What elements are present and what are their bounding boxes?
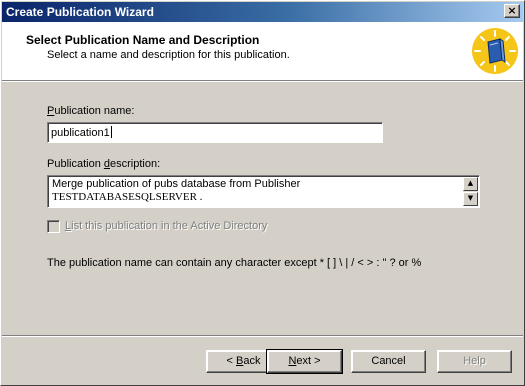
scroll-up-icon[interactable]: ▲ (463, 177, 478, 191)
page-title: Select Publication Name and Description (26, 33, 260, 47)
description-line-1: Merge publication of pubs database from … (52, 178, 301, 190)
active-directory-label[interactable]: List this publication in the Active Dire… (65, 220, 267, 232)
title-bar[interactable]: Create Publication Wizard × (2, 2, 523, 22)
close-icon: × (507, 4, 517, 17)
footer-divider (2, 335, 523, 337)
publication-description-textarea[interactable]: Merge publication of pubs database from … (47, 175, 480, 208)
description-line-2: TESTDATABASESQLSERVER . (52, 191, 203, 203)
scroll-down-icon[interactable]: ▼ (463, 192, 478, 206)
page-subtitle: Select a name and description for this p… (47, 49, 290, 61)
publication-name-value: publication1 (51, 127, 110, 139)
window-title: Create Publication Wizard (6, 5, 154, 19)
help-button[interactable]: Help (437, 350, 512, 373)
header-divider (2, 80, 523, 82)
wizard-window: Create Publication Wizard × Select Publi… (0, 0, 525, 386)
cancel-button[interactable]: Cancel (351, 350, 426, 373)
publication-name-input[interactable]: publication1 (47, 122, 383, 143)
description-scrollbar[interactable]: ▲ ▼ (463, 177, 478, 206)
publication-description-label: Publication description: (47, 158, 161, 170)
publication-name-label: Publication name: (47, 105, 135, 117)
wizard-book-icon (472, 28, 518, 74)
name-restriction-note: The publication name can contain any cha… (47, 257, 422, 269)
active-directory-checkbox[interactable] (47, 220, 60, 233)
next-button[interactable]: Next > (266, 349, 343, 374)
text-caret (110, 126, 112, 138)
close-button[interactable]: × (504, 4, 520, 18)
wizard-header: Select Publication Name and Description … (2, 22, 523, 80)
